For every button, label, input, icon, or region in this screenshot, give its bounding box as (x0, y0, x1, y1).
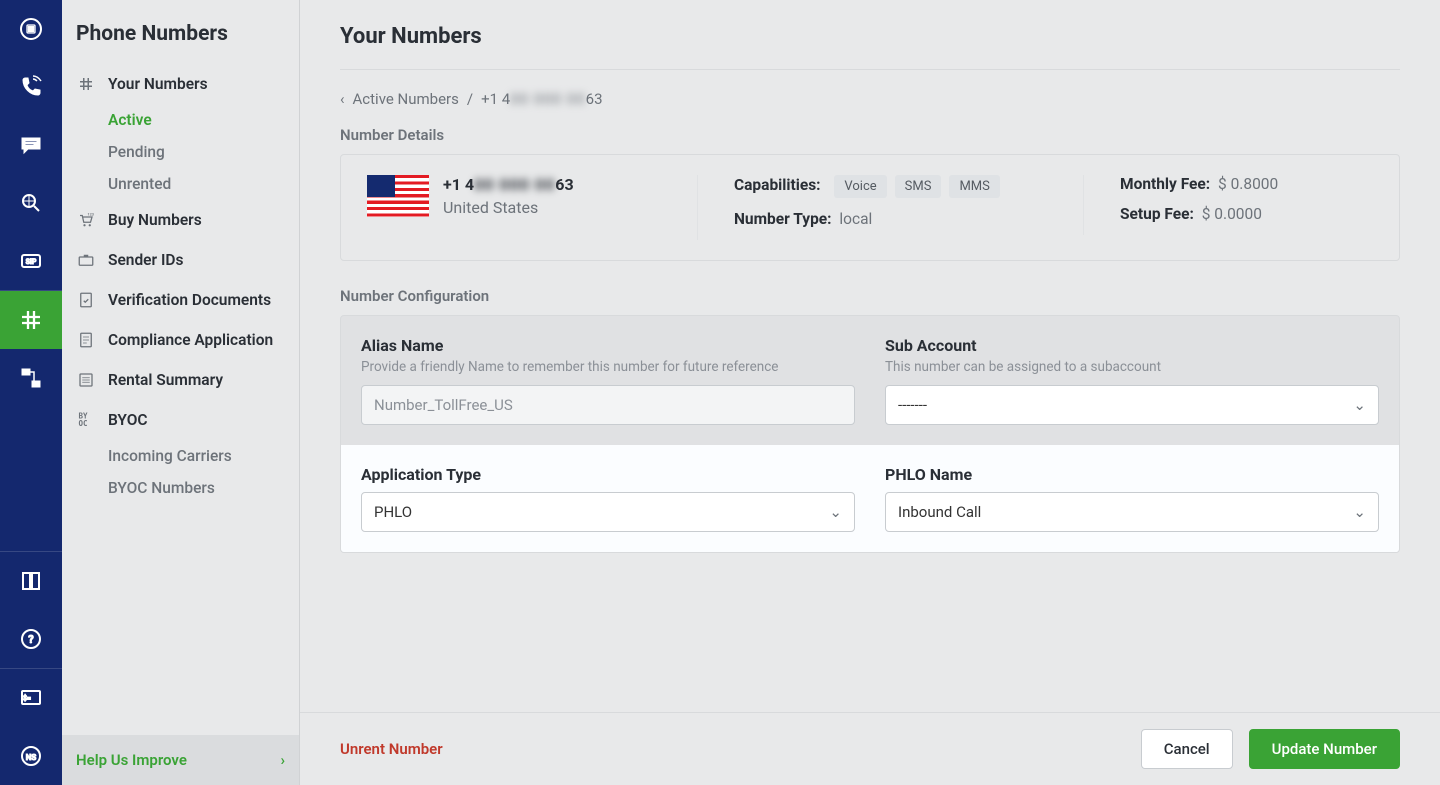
nav-label: Sender IDs (108, 251, 183, 269)
rail-account-icon[interactable]: NS (0, 727, 62, 785)
list-icon (76, 370, 96, 390)
nav-label: Buy Numbers (108, 211, 202, 229)
subaccount-label: Sub Account (885, 336, 1379, 355)
apptype-label: Application Type (361, 465, 855, 484)
badge-sms: SMS (895, 175, 942, 198)
svg-text:$=: $= (23, 695, 31, 703)
badge-voice: Voice (834, 175, 886, 198)
rail-phone-numbers-icon[interactable] (0, 291, 62, 349)
nav-label: Rental Summary (108, 371, 223, 389)
breadcrumb-parent: Active Numbers (353, 90, 459, 108)
monthly-fee-label: Monthly Fee: (1120, 175, 1210, 193)
help-label: Help Us Improve (76, 751, 187, 769)
rail-zentrunk-icon[interactable] (0, 174, 62, 232)
svg-text:123: 123 (88, 213, 94, 217)
breadcrumb-sep: / (467, 90, 473, 108)
section-number-config: Number Configuration (340, 287, 1400, 305)
nav-your-numbers[interactable]: Your Numbers (62, 64, 299, 104)
number-value: +1 400 000 0063 (443, 175, 574, 194)
alias-input[interactable]: Number_TollFree_US (361, 385, 855, 425)
nav-label: Compliance Application (108, 331, 273, 349)
nav-label: Verification Documents (108, 291, 271, 309)
nav-label: BYOC (108, 411, 148, 429)
nav-sub-incoming-carriers[interactable]: Incoming Carriers (62, 440, 299, 472)
chevron-left-icon: ‹ (340, 90, 345, 108)
nav-sub-byoc-numbers[interactable]: BYOC Numbers (62, 472, 299, 504)
breadcrumb[interactable]: ‹ Active Numbers / +1 400 000 0063 (340, 90, 1400, 108)
nav-byoc[interactable]: BYOC BYOC (62, 400, 299, 440)
nav-compliance[interactable]: Compliance Application (62, 320, 299, 360)
number-type-value: local (839, 210, 872, 228)
alias-label: Alias Name (361, 336, 855, 355)
flag-icon (367, 175, 429, 217)
monthly-fee-value: $ 0.8000 (1218, 175, 1278, 193)
capabilities-badges: Voice SMS MMS (834, 175, 999, 198)
nav-buy-numbers[interactable]: 123 Buy Numbers (62, 200, 299, 240)
main-area: Your Numbers ‹ Active Numbers / +1 400 0… (300, 0, 1440, 785)
apptype-select[interactable]: PHLO ⌄ (361, 492, 855, 532)
phlo-name-select[interactable]: Inbound Call ⌄ (885, 492, 1379, 532)
chevron-down-icon: ⌄ (1353, 396, 1366, 414)
country-value: United States (443, 198, 574, 217)
nav-sub-pending[interactable]: Pending (62, 136, 299, 168)
rail-billing-icon[interactable]: $= (0, 669, 62, 727)
svg-text:?: ? (28, 633, 34, 646)
breadcrumb-current: +1 400 000 0063 (481, 90, 602, 108)
side-panel: Phone Numbers Your Numbers Active Pendin… (62, 0, 300, 785)
phlo-name-label: PHLO Name (885, 465, 1379, 484)
rail-phlo-icon[interactable] (0, 349, 62, 407)
nav-sub-unrented[interactable]: Unrented (62, 168, 299, 200)
svg-text:OC: OC (79, 419, 88, 428)
rail-sip-icon[interactable]: SIP (0, 232, 62, 290)
nav-sender-ids[interactable]: Sender IDs (62, 240, 299, 280)
subaccount-desc: This number can be assigned to a subacco… (885, 359, 1379, 375)
unrent-number-link[interactable]: Unrent Number (340, 740, 443, 758)
chevron-down-icon: ⌄ (829, 503, 842, 521)
id-badge-icon (76, 250, 96, 270)
svg-text:NS: NS (26, 753, 37, 762)
nav-rental-summary[interactable]: Rental Summary (62, 360, 299, 400)
page-title: Your Numbers (340, 24, 1400, 70)
chevron-right-icon: › (280, 751, 285, 769)
update-number-button[interactable]: Update Number (1249, 729, 1400, 769)
badge-mms: MMS (949, 175, 999, 198)
rail-support-icon[interactable]: ? (0, 610, 62, 668)
help-us-improve[interactable]: Help Us Improve › (62, 735, 299, 785)
cart-icon: 123 (76, 210, 96, 230)
footer-bar: Unrent Number Cancel Update Number (300, 712, 1440, 785)
hash-icon (76, 74, 96, 94)
rail-voice-icon[interactable] (0, 58, 62, 116)
side-panel-title: Phone Numbers (62, 0, 299, 64)
subaccount-select[interactable]: ------- ⌄ (885, 385, 1379, 425)
byoc-icon: BYOC (76, 410, 96, 430)
number-type-label: Number Type: (734, 210, 832, 228)
nav-label: Your Numbers (108, 75, 208, 93)
svg-text:SIP: SIP (26, 258, 37, 266)
alias-desc: Provide a friendly Name to remember this… (361, 359, 855, 375)
doc-check-icon (76, 290, 96, 310)
chevron-down-icon: ⌄ (1353, 503, 1366, 521)
setup-fee-value: $ 0.0000 (1202, 205, 1262, 223)
setup-fee-label: Setup Fee: (1120, 205, 1194, 223)
cancel-button[interactable]: Cancel (1141, 729, 1233, 769)
details-card: +1 400 000 0063 United States Capabiliti… (340, 154, 1400, 261)
config-card: Alias Name Provide a friendly Name to re… (340, 315, 1400, 553)
nav-sub-active[interactable]: Active (62, 104, 299, 136)
icon-rail: SIP ? $= NS (0, 0, 62, 785)
application-icon (76, 330, 96, 350)
section-number-details: Number Details (340, 126, 1400, 144)
nav-verification-docs[interactable]: Verification Documents (62, 280, 299, 320)
capabilities-label: Capabilities: (734, 176, 821, 194)
rail-message-icon[interactable] (0, 116, 62, 174)
rail-home-icon[interactable] (0, 0, 62, 58)
rail-docs-icon[interactable] (0, 552, 62, 610)
